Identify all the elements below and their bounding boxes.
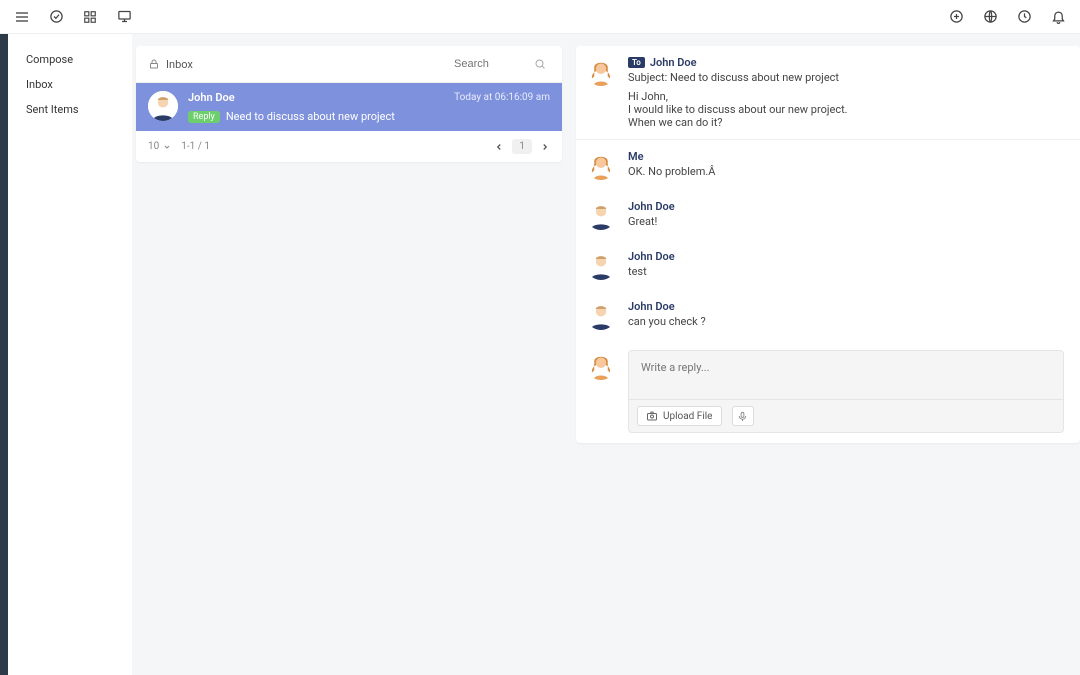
per-page-selector[interactable]: 10: [148, 141, 171, 152]
post-body: Great!: [628, 215, 1064, 228]
avatar: [586, 250, 616, 280]
nav-inbox[interactable]: Inbox: [8, 72, 132, 97]
post-author: Me: [628, 150, 1064, 163]
pagination: 10 1-1 / 1 1: [136, 131, 562, 162]
avatar: [586, 56, 616, 86]
post-body: OK. No problem.Â: [628, 165, 1064, 178]
reply-badge: Reply: [188, 111, 220, 123]
message-subject: Need to discuss about new project: [226, 110, 395, 123]
inbox-message-row[interactable]: John Doe Today at 06:16:09 am Reply Need…: [136, 83, 562, 131]
avatar: [586, 150, 616, 180]
thread-post: John Doe can you check ?: [576, 290, 1080, 340]
post-author: John Doe: [628, 200, 1064, 213]
post-author: John Doe: [628, 250, 1064, 263]
message-time: Today at 06:16:09 am: [454, 92, 550, 103]
current-page: 1: [512, 139, 532, 154]
post-author: John Doe: [628, 300, 1064, 313]
post-body: Hi John, I would like to discuss about o…: [628, 90, 1064, 129]
avatar: [586, 350, 616, 380]
post-subject: Subject: Need to discuss about new proje…: [628, 71, 1064, 84]
thread-post: John Doe Great!: [576, 190, 1080, 240]
to-badge: To: [628, 57, 645, 68]
sidebar-strip: [0, 34, 8, 675]
page-range: 1-1 / 1: [181, 141, 210, 152]
thread-panel: To John Doe Subject: Need to discuss abo…: [576, 46, 1080, 443]
lock-icon: [148, 58, 160, 70]
bell-icon[interactable]: [1050, 9, 1066, 25]
plus-circle-icon[interactable]: [948, 9, 964, 25]
inbox-title: Inbox: [148, 58, 193, 71]
reply-textarea[interactable]: [629, 351, 1063, 399]
chevron-down-icon: [163, 143, 171, 151]
reply-composer: Upload File: [628, 350, 1064, 433]
nav-compose[interactable]: Compose: [8, 47, 132, 72]
nav-sent-items[interactable]: Sent Items: [8, 97, 132, 122]
check-circle-icon[interactable]: [48, 9, 64, 25]
avatar: [586, 300, 616, 330]
message-sender: John Doe: [188, 91, 235, 104]
thread-post: John Doe test: [576, 240, 1080, 290]
thread-post: Me OK. No problem.Â: [576, 140, 1080, 190]
left-nav: Compose Inbox Sent Items: [8, 34, 132, 675]
menu-icon[interactable]: [14, 9, 30, 25]
grid-icon[interactable]: [82, 9, 98, 25]
avatar: [586, 200, 616, 230]
post-body: can you check ?: [628, 315, 1064, 328]
thread-post: To John Doe Subject: Need to discuss abo…: [576, 46, 1080, 140]
mic-button[interactable]: [732, 406, 754, 426]
avatar: [148, 91, 178, 121]
post-body: test: [628, 265, 1064, 278]
monitor-icon[interactable]: [116, 9, 132, 25]
app-header: [0, 0, 1080, 34]
globe-icon[interactable]: [982, 9, 998, 25]
upload-file-button[interactable]: Upload File: [637, 406, 722, 426]
inbox-panel: Inbox John D: [136, 46, 562, 162]
prev-page[interactable]: [494, 142, 504, 152]
post-author: John Doe: [650, 56, 697, 69]
camera-icon: [646, 410, 658, 422]
next-page[interactable]: [540, 142, 550, 152]
search-icon[interactable]: [534, 58, 546, 70]
clock-icon[interactable]: [1016, 9, 1032, 25]
